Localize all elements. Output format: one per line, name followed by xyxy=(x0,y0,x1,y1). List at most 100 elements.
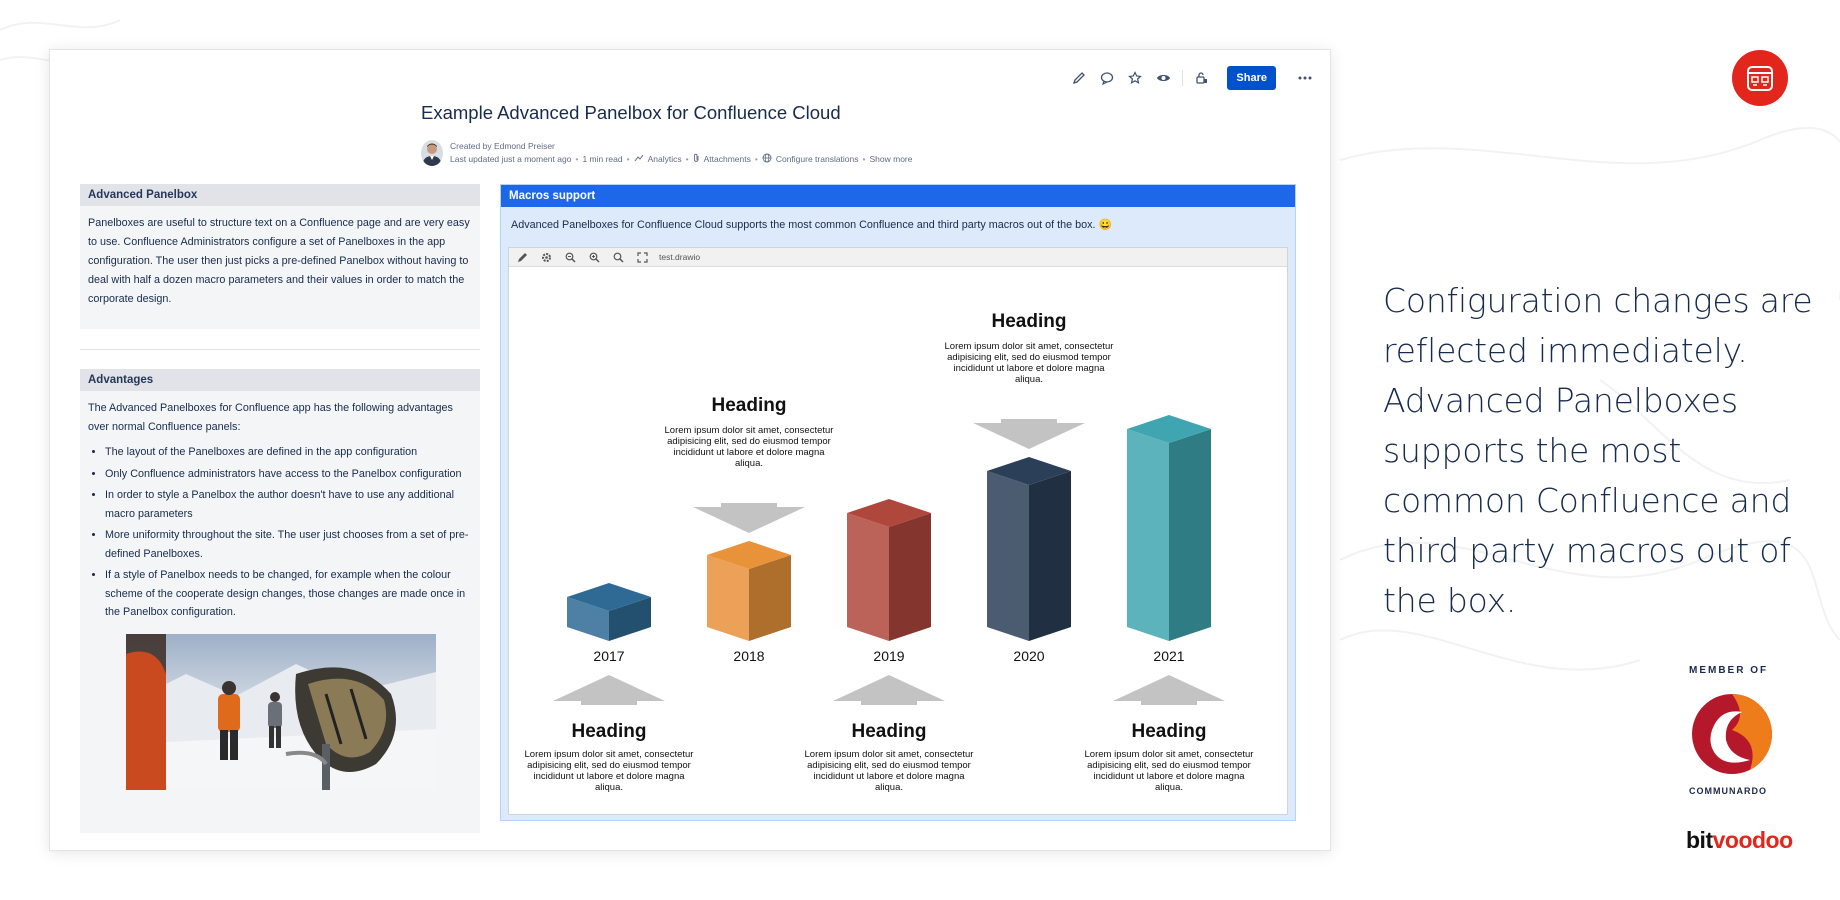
show-more-link[interactable]: Show more xyxy=(870,153,913,166)
zoom-out-icon[interactable] xyxy=(561,249,579,265)
communardo-logo-icon xyxy=(1692,694,1773,774)
annotation-heading: Heading xyxy=(992,311,1067,332)
divider xyxy=(80,349,480,350)
year-label: 2018 xyxy=(733,648,764,664)
fullscreen-icon[interactable] xyxy=(633,249,651,265)
annotation-heading: Heading xyxy=(852,721,927,742)
year-label: 2019 xyxy=(873,648,904,664)
list-item: Only Confluence administrators have acce… xyxy=(105,465,472,484)
advantages-intro: The Advanced Panelboxes for Confluence a… xyxy=(88,402,453,433)
toolbar-divider xyxy=(1182,70,1184,86)
restrictions-icon[interactable] xyxy=(1191,67,1213,89)
annotation-text: Lorem ipsum dolor sit amet, consectetur xyxy=(945,341,1114,352)
bar-2017 xyxy=(567,583,651,641)
bar-2020 xyxy=(987,457,1071,641)
pencil-icon[interactable] xyxy=(513,249,531,265)
confluence-window: Share Example Advanced Panelbox for Conf… xyxy=(49,49,1331,851)
annotation-heading: Heading xyxy=(572,721,647,742)
analytics-link[interactable]: Analytics xyxy=(648,153,682,166)
list-item: More uniformity throughout the site. The… xyxy=(105,526,472,563)
list-item: In order to style a Panelbox the author … xyxy=(105,486,472,523)
bar-2018 xyxy=(707,541,791,641)
list-item: If a style of Panelbox needs to be chang… xyxy=(105,566,472,622)
annotation-text: Lorem ipsum dolor sit amet, consectetur xyxy=(1085,749,1254,760)
author-avatar[interactable] xyxy=(421,140,443,166)
annotation-text: aliqua. xyxy=(875,782,903,793)
comment-icon[interactable] xyxy=(1096,67,1118,89)
annotation-heading: Heading xyxy=(712,395,787,416)
panel-title: Macros support xyxy=(501,185,1295,207)
annotation-2020: Heading Lorem ipsum dolor sit amet, conse… xyxy=(945,311,1114,449)
drawio-filename: test.drawio xyxy=(659,252,701,262)
share-button[interactable]: Share xyxy=(1227,66,1276,90)
panel-title: Advanced Panelbox xyxy=(80,184,480,206)
attachments-link[interactable]: Attachments xyxy=(704,153,751,166)
annotation-text: Lorem ipsum dolor sit amet, consectetur xyxy=(525,749,694,760)
zoom-in-icon[interactable] xyxy=(585,249,603,265)
star-icon[interactable] xyxy=(1124,67,1146,89)
app-logo-icon xyxy=(1732,50,1788,106)
more-actions-icon[interactable] xyxy=(1294,67,1316,89)
annotation-text: adipisicing elit, sed do eiusmod tempor xyxy=(1087,760,1251,771)
advantages-list: The layout of the Panelboxes are defined… xyxy=(88,443,472,622)
annotation-text: incididunt ut labore et dolore magna xyxy=(1093,771,1245,782)
edit-icon[interactable] xyxy=(1068,67,1090,89)
arrow-shape xyxy=(973,419,1085,449)
annotation-text: Lorem ipsum dolor sit amet, consectetur xyxy=(665,425,834,436)
year-label: 2017 xyxy=(593,648,624,664)
annotation-text: incididunt ut labore et dolore magna xyxy=(673,447,825,458)
annotation-text: incididunt ut labore et dolore magna xyxy=(813,771,965,782)
analytics-icon xyxy=(634,153,644,166)
drawio-viewer: test.drawio 2017 2018 2019 2020 2021 Heading L… xyxy=(508,247,1288,815)
timeline-chart: 2017 2018 2019 2020 2021 Heading Lorem ipsum d… xyxy=(525,311,1254,793)
drawio-toolbar: test.drawio xyxy=(509,248,1287,267)
annotation-text: adipisicing elit, sed do eiusmod tempor xyxy=(947,352,1111,363)
search-icon[interactable] xyxy=(609,249,627,265)
panel-title: Advantages xyxy=(80,369,480,391)
configure-translations-link[interactable]: Configure translations xyxy=(776,153,859,166)
annotation-text: incididunt ut labore et dolore magna xyxy=(533,771,685,782)
annotation-text: aliqua. xyxy=(1015,374,1043,385)
communardo-label: COMMUNARDO xyxy=(1689,786,1767,796)
arrow-shape xyxy=(1113,675,1225,705)
bitvoodoo-logo: bitvoodoo xyxy=(1686,827,1793,853)
annotation-text: incididunt ut labore et dolore magna xyxy=(953,363,1105,374)
created-by[interactable]: Created by Edmond Preiser xyxy=(450,140,913,153)
climbers-photo xyxy=(126,633,436,790)
annotation-2021: Heading Lorem ipsum dolor sit amet, conse… xyxy=(1085,675,1254,793)
annotation-text: Lorem ipsum dolor sit amet, consectetur xyxy=(805,749,974,760)
last-updated: Last updated just a moment ago xyxy=(450,154,572,164)
marketing-headline: Configuration changes are reflected imme… xyxy=(1383,281,1813,620)
member-of-label: MEMBER OF xyxy=(1689,665,1769,676)
annotation-text: aliqua. xyxy=(735,458,763,469)
globe-icon xyxy=(762,153,772,167)
list-item: The layout of the Panelboxes are defined… xyxy=(105,443,472,462)
page-toolbar: Share xyxy=(1068,66,1316,90)
annotation-2019: Heading Lorem ipsum dolor sit amet, conse… xyxy=(805,675,974,793)
annotation-heading: Heading xyxy=(1132,721,1207,742)
page-byline: Created by Edmond Preiser Last updated j… xyxy=(421,140,913,166)
annotation-text: adipisicing elit, sed do eiusmod tempor xyxy=(527,760,691,771)
attachment-icon xyxy=(693,153,700,167)
arrow-shape xyxy=(833,675,945,705)
year-label: 2020 xyxy=(1013,648,1044,664)
year-label: 2021 xyxy=(1153,648,1184,664)
annotation-2018: Heading Lorem ipsum dolor sit amet, conse… xyxy=(665,395,834,533)
panel-body: Panelboxes are useful to structure text … xyxy=(88,217,470,305)
bar-2019 xyxy=(847,499,931,641)
macros-intro: Advanced Panelboxes for Confluence Cloud… xyxy=(511,219,1113,231)
gear-icon[interactable] xyxy=(537,249,555,265)
annotation-text: aliqua. xyxy=(595,782,623,793)
arrow-shape xyxy=(553,675,665,705)
annotation-2017: Heading Lorem ipsum dolor sit amet, conse… xyxy=(525,675,694,793)
arrow-shape xyxy=(693,503,805,533)
annotation-text: adipisicing elit, sed do eiusmod tempor xyxy=(807,760,971,771)
watch-icon[interactable] xyxy=(1152,67,1174,89)
annotation-text: aliqua. xyxy=(1155,782,1183,793)
bar-2021 xyxy=(1127,415,1211,641)
read-time: 1 min read xyxy=(582,154,623,164)
advanced-panelbox-panel: Advanced Panelbox Panelboxes are useful … xyxy=(80,184,480,329)
page-title: Example Advanced Panelbox for Confluence… xyxy=(421,102,841,123)
annotation-text: adipisicing elit, sed do eiusmod tempor xyxy=(667,436,831,447)
macros-support-panel: Macros support Advanced Panelboxes for C… xyxy=(500,184,1296,821)
